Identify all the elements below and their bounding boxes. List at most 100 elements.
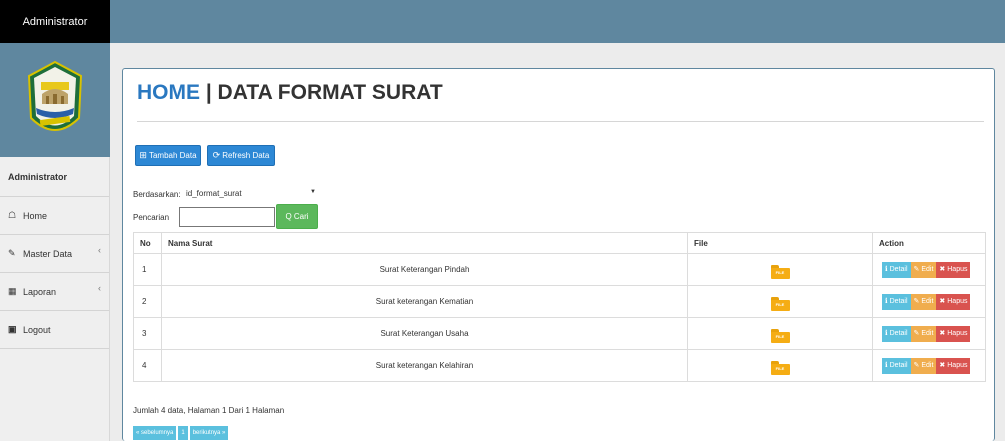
row-file-cell: FILE (687, 253, 873, 286)
row-number: 1 (133, 253, 162, 286)
sidebar: Administrator ☖ Home ✎ Master Data ‹ ▦ L… (0, 43, 110, 441)
edit-icon: ✎ (8, 248, 16, 258)
edit-button[interactable]: ✎ Edit (910, 293, 937, 310)
file-icon-label: FILE (775, 365, 785, 371)
edit-icon: ✎ (913, 361, 920, 369)
column-header-file: File (687, 232, 873, 254)
detail-button[interactable]: ℹ Detail (882, 293, 911, 310)
sidebar-item-label: Home (23, 210, 48, 221)
edit-icon: ✎ (913, 297, 920, 305)
refresh-data-button[interactable]: ⟳ Refresh Data (207, 145, 275, 166)
row-nama-surat: Surat Keterangan Usaha (161, 317, 688, 350)
detail-button[interactable]: ℹ Detail (882, 261, 911, 278)
pagination-page[interactable]: 1 (178, 426, 188, 440)
info-icon: ℹ (885, 361, 888, 369)
refresh-data-label: Refresh Data (222, 151, 270, 160)
table-row: 3 Surat Keterangan Usaha FILE ℹ Detail ✎ … (133, 317, 986, 350)
top-navbar (0, 0, 1005, 43)
sidebar-item-label: Laporan (23, 286, 57, 297)
add-data-button[interactable]: ⊞ Tambah Data (135, 145, 201, 166)
calendar-icon: ▦ (8, 286, 17, 296)
edit-label: Edit (921, 265, 934, 273)
caret-down-icon: ▼ (310, 189, 316, 195)
row-actions: ℹ Detail ✎ Edit ✖ Hapus (872, 317, 986, 350)
search-button[interactable]: Q Cari (276, 204, 318, 229)
add-data-label: Tambah Data (148, 151, 197, 160)
row-nama-surat: Surat keterangan Kelahiran (161, 349, 688, 382)
row-actions: ℹ Detail ✎ Edit ✖ Hapus (872, 253, 986, 286)
delete-label: Hapus (947, 361, 968, 369)
file-icon-label: FILE (775, 333, 785, 339)
table-row: 4 Surat keterangan Kelahiran FILE ℹ Deta… (133, 349, 986, 382)
logout-icon: ▣ (8, 324, 17, 334)
row-number: 2 (133, 285, 162, 318)
close-icon: ✖ (939, 265, 946, 273)
detail-label: Detail (889, 297, 908, 305)
title-divider (137, 121, 984, 122)
file-icon-label: FILE (775, 269, 785, 275)
row-file-cell: FILE (687, 349, 873, 382)
refresh-icon: ⟳ (212, 150, 221, 160)
sidebar-item-label: Master Data (23, 248, 73, 259)
delete-button[interactable]: ✖ Hapus (936, 261, 971, 278)
edit-label: Edit (921, 361, 934, 369)
folder-icon[interactable]: FILE (770, 296, 790, 311)
search-input[interactable] (179, 207, 275, 227)
row-file-cell: FILE (687, 317, 873, 350)
close-icon: ✖ (939, 329, 946, 337)
folder-icon[interactable]: FILE (770, 328, 790, 343)
filter-by-label: Berdasarkan: (133, 190, 181, 199)
pagination: « sebelumnya 1 berikutnya » (133, 426, 230, 440)
chevron-left-icon: ‹ (98, 245, 101, 255)
table-header-row: No Nama Surat File Action (133, 232, 986, 254)
edit-label: Edit (921, 297, 934, 305)
search-label: Pencarian (133, 213, 170, 222)
delete-button[interactable]: ✖ Hapus (936, 357, 971, 374)
folder-icon[interactable]: FILE (770, 360, 790, 375)
delete-label: Hapus (947, 329, 968, 337)
page-title-name: DATA FORMAT SURAT (217, 81, 443, 104)
pagination-prev[interactable]: « sebelumnya (133, 426, 177, 440)
regency-logo (27, 60, 83, 131)
logo-area (0, 43, 110, 157)
row-actions: ℹ Detail ✎ Edit ✖ Hapus (872, 349, 986, 382)
sidebar-item-logout[interactable]: ▣ Logout (0, 311, 109, 349)
sidebar-item-master-data[interactable]: ✎ Master Data ‹ (0, 235, 109, 273)
sidebar-user-title: Administrator (0, 157, 109, 197)
edit-button[interactable]: ✎ Edit (910, 325, 937, 342)
page-title-separator: | (200, 81, 218, 104)
edit-button[interactable]: ✎ Edit (910, 357, 937, 374)
content-panel: HOME | DATA FORMAT SURAT ⊞ Tambah Data ⟳… (122, 68, 995, 441)
row-nama-surat: Surat keterangan Kematian (161, 285, 688, 318)
close-icon: ✖ (939, 361, 946, 369)
sidebar-item-label: Logout (23, 324, 51, 335)
detail-label: Detail (889, 265, 908, 273)
delete-button[interactable]: ✖ Hapus (936, 293, 971, 310)
pagination-next[interactable]: berikutnya » (189, 426, 229, 440)
edit-button[interactable]: ✎ Edit (910, 261, 937, 278)
filter-field-select[interactable]: id_format_surat ▼ (182, 185, 322, 202)
detail-label: Detail (889, 329, 908, 337)
table-row: 1 Surat Keterangan Pindah FILE ℹ Detail ✎… (133, 253, 986, 286)
sidebar-item-laporan[interactable]: ▦ Laporan ‹ (0, 273, 109, 311)
delete-button[interactable]: ✖ Hapus (936, 325, 971, 342)
page-title-home: HOME (137, 81, 200, 104)
sidebar-item-home[interactable]: ☖ Home (0, 197, 109, 235)
detail-button[interactable]: ℹ Detail (882, 357, 911, 374)
home-icon: ☖ (8, 210, 17, 220)
info-icon: ℹ (885, 297, 888, 305)
data-summary: Jumlah 4 data, Halaman 1 Dari 1 Halaman (133, 406, 285, 415)
detail-button[interactable]: ℹ Detail (882, 325, 911, 342)
close-icon: ✖ (939, 297, 946, 305)
delete-label: Hapus (947, 265, 968, 273)
edit-label: Edit (921, 329, 934, 337)
plus-square-icon: ⊞ (139, 150, 147, 160)
brand-title[interactable]: Administrator (0, 0, 110, 43)
page-title: HOME | DATA FORMAT SURAT (137, 81, 443, 105)
folder-icon[interactable]: FILE (770, 264, 790, 279)
row-actions: ℹ Detail ✎ Edit ✖ Hapus (872, 285, 986, 318)
column-header-action: Action (872, 232, 986, 254)
table-row: 2 Surat keterangan Kematian FILE ℹ Detai… (133, 285, 986, 318)
row-number: 3 (133, 317, 162, 350)
filter-field-value: id_format_surat (186, 189, 242, 198)
